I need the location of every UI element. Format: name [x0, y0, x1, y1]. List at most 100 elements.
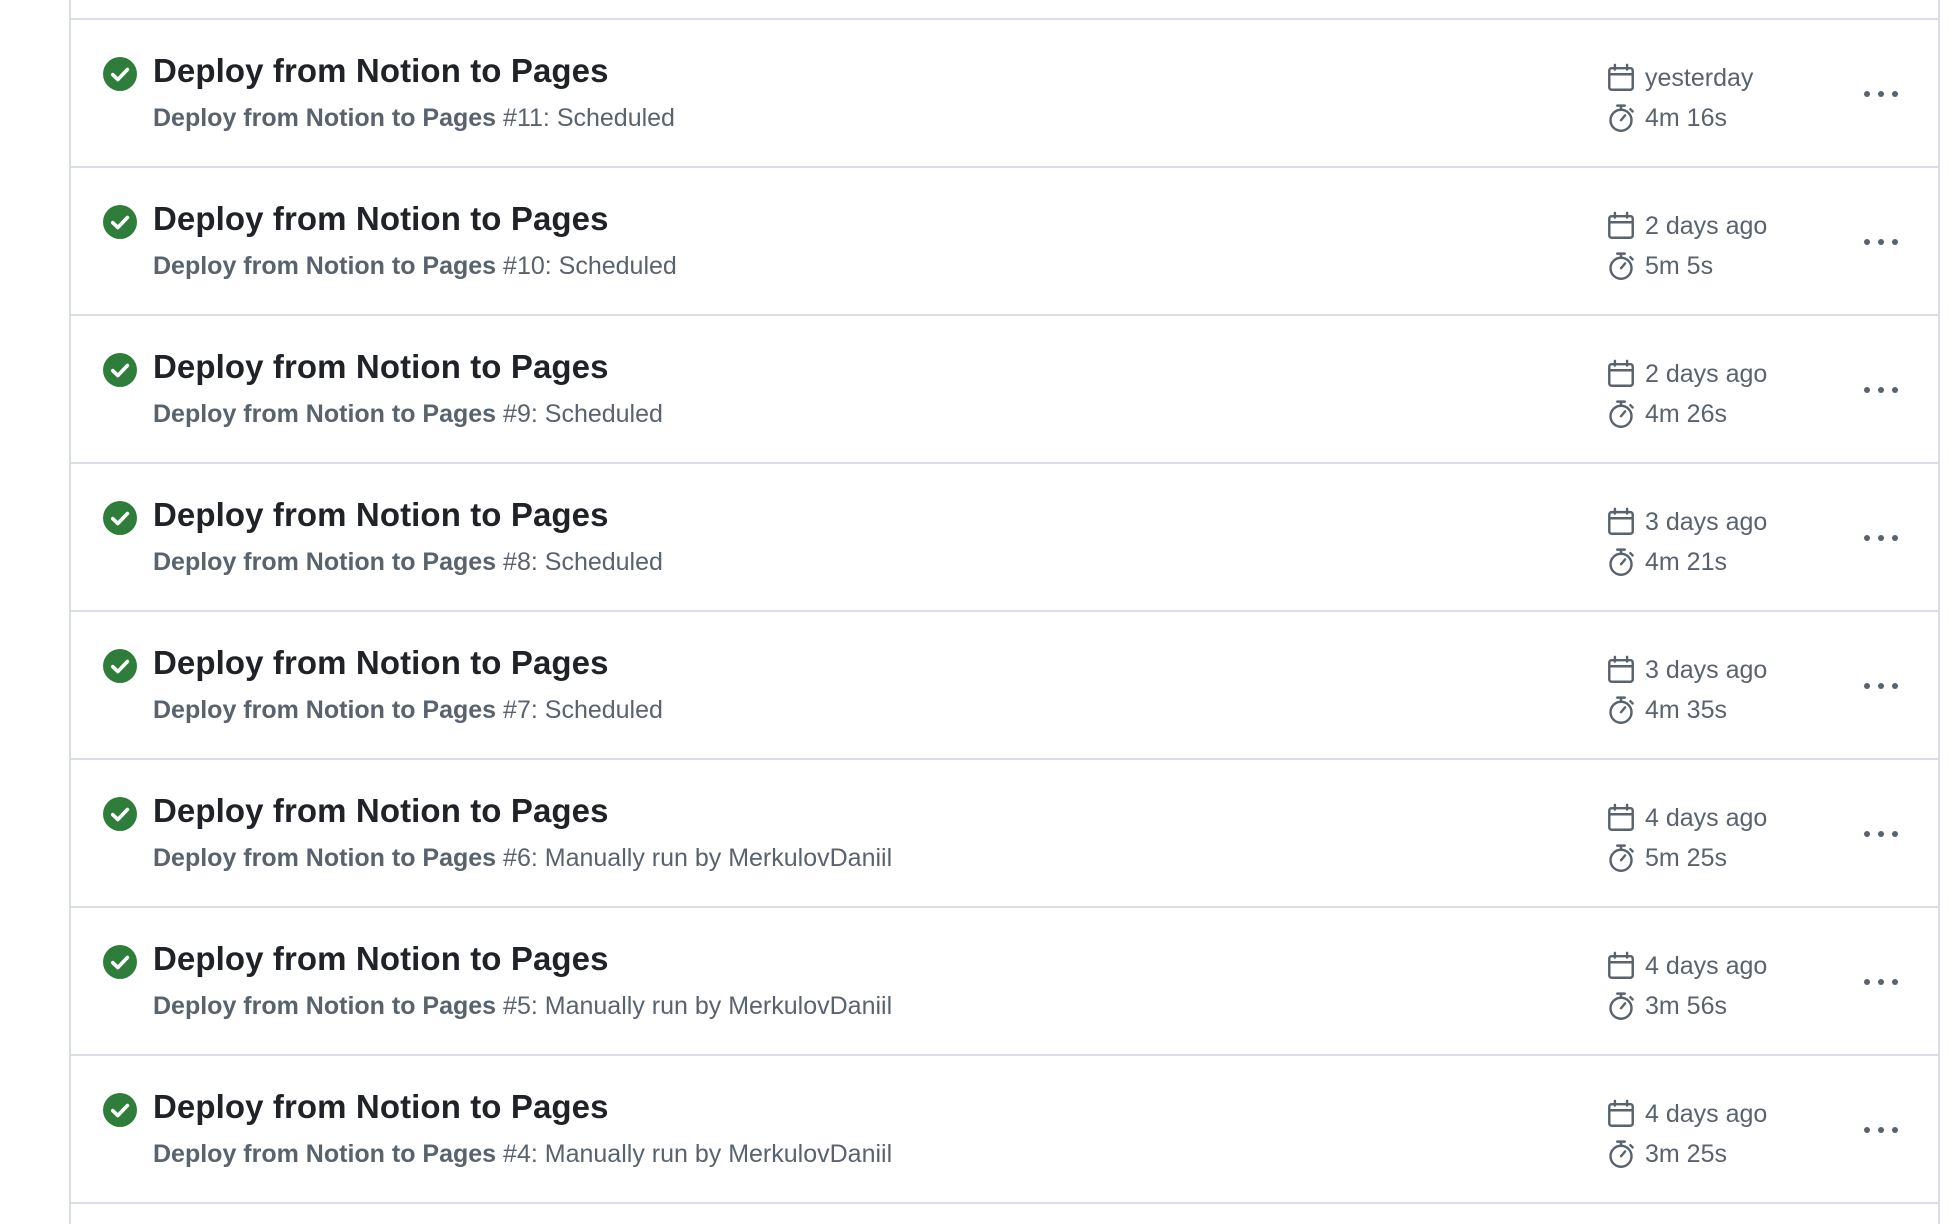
run-separator: :	[530, 696, 545, 724]
kebab-horizontal-icon	[1864, 831, 1898, 837]
run-duration: 5m 25s	[1645, 843, 1727, 872]
calendar-icon	[1608, 655, 1634, 683]
run-meta: 4 days ago 3m 25s	[1606, 1094, 1767, 1174]
run-duration: 4m 35s	[1645, 695, 1727, 724]
check-circle-fill-icon	[103, 797, 137, 831]
run-title[interactable]: Deploy from Notion to Pages	[153, 940, 609, 978]
run-date-line: 2 days ago	[1606, 354, 1767, 394]
run-event: Scheduled	[544, 696, 663, 724]
calendar-icon	[1608, 507, 1634, 535]
run-duration: 4m 26s	[1645, 399, 1727, 428]
run-date: 4 days ago	[1645, 803, 1768, 832]
run-event: Scheduled	[544, 400, 663, 428]
run-separator: :	[530, 1140, 545, 1168]
run-date-line: 2 days ago	[1606, 206, 1767, 246]
run-title[interactable]: Deploy from Notion to Pages	[153, 792, 609, 830]
run-title[interactable]: Deploy from Notion to Pages	[153, 496, 609, 534]
run-options-button[interactable]	[1856, 1112, 1906, 1148]
calendar-icon	[1608, 63, 1634, 91]
run-event: Manually run by MerkulovDaniil	[544, 992, 893, 1020]
check-circle-fill-icon	[103, 353, 137, 387]
run-duration-line: 4m 35s	[1606, 690, 1767, 730]
run-number: #7	[503, 696, 531, 724]
run-subtitle: Deploy from Notion to Pages #8: Schedule…	[153, 548, 663, 577]
check-circle-fill-icon	[103, 205, 137, 239]
run-event: Scheduled	[558, 252, 677, 280]
run-workflow-name: Deploy from Notion to Pages	[153, 844, 497, 872]
list-top-edge	[71, 0, 1938, 20]
run-options-button[interactable]	[1856, 520, 1906, 556]
run-date-line: yesterday	[1606, 58, 1753, 98]
run-duration-line: 3m 56s	[1606, 986, 1767, 1026]
workflow-run-row[interactable]: Deploy from Notion to Pages Deploy from …	[71, 612, 1938, 760]
calendar-icon	[1608, 951, 1634, 979]
workflow-run-row[interactable]: Deploy from Notion to Pages Deploy from …	[71, 20, 1938, 168]
run-date-line: 3 days ago	[1606, 650, 1767, 690]
run-date-line: 4 days ago	[1606, 798, 1767, 838]
run-duration-line: 4m 26s	[1606, 394, 1767, 434]
run-date: 2 days ago	[1645, 359, 1768, 388]
run-subtitle: Deploy from Notion to Pages #5: Manually…	[153, 992, 892, 1021]
check-circle-fill-icon	[103, 501, 137, 535]
workflow-runs-rows: Deploy from Notion to Pages Deploy from …	[71, 20, 1938, 1204]
run-options-button[interactable]	[1856, 372, 1906, 408]
run-event: Manually run by MerkulovDaniil	[544, 844, 893, 872]
run-options-button[interactable]	[1856, 76, 1906, 112]
run-title[interactable]: Deploy from Notion to Pages	[153, 348, 609, 386]
stopwatch-icon	[1609, 400, 1634, 428]
run-meta: 4 days ago 3m 56s	[1606, 946, 1767, 1026]
run-duration-line: 5m 25s	[1606, 838, 1767, 878]
kebab-horizontal-icon	[1864, 1127, 1898, 1133]
run-options-button[interactable]	[1856, 816, 1906, 852]
run-date: 4 days ago	[1645, 1099, 1768, 1128]
run-workflow-name: Deploy from Notion to Pages	[153, 548, 497, 576]
workflow-run-row[interactable]: Deploy from Notion to Pages Deploy from …	[71, 1056, 1938, 1204]
run-duration: 3m 25s	[1645, 1139, 1727, 1168]
workflow-run-row[interactable]: Deploy from Notion to Pages Deploy from …	[71, 908, 1938, 1056]
workflow-run-row[interactable]: Deploy from Notion to Pages Deploy from …	[71, 464, 1938, 612]
run-duration-line: 4m 16s	[1606, 98, 1753, 138]
workflow-run-row[interactable]: Deploy from Notion to Pages Deploy from …	[71, 316, 1938, 464]
run-date: yesterday	[1645, 63, 1754, 92]
run-options-button[interactable]	[1856, 224, 1906, 260]
kebab-horizontal-icon	[1864, 683, 1898, 689]
run-number: #4	[503, 1140, 531, 1168]
workflow-run-row[interactable]: Deploy from Notion to Pages Deploy from …	[71, 760, 1938, 908]
run-title[interactable]: Deploy from Notion to Pages	[153, 52, 609, 90]
run-title[interactable]: Deploy from Notion to Pages	[153, 644, 609, 682]
run-meta: yesterday 4m 16s	[1606, 58, 1753, 138]
run-date: 3 days ago	[1645, 507, 1768, 536]
run-separator: :	[544, 252, 559, 280]
check-circle-fill-icon	[103, 945, 137, 979]
calendar-icon	[1608, 359, 1634, 387]
run-workflow-name: Deploy from Notion to Pages	[153, 400, 497, 428]
workflow-run-row[interactable]: Deploy from Notion to Pages Deploy from …	[71, 168, 1938, 316]
run-number: #9	[503, 400, 531, 428]
workflow-runs-list: Deploy from Notion to Pages Deploy from …	[69, 0, 1940, 1224]
run-date-line: 4 days ago	[1606, 946, 1767, 986]
run-options-button[interactable]	[1856, 668, 1906, 704]
run-workflow-name: Deploy from Notion to Pages	[153, 992, 497, 1020]
run-number: #10	[503, 252, 545, 280]
run-separator: :	[530, 844, 545, 872]
run-meta: 3 days ago 4m 35s	[1606, 650, 1767, 730]
kebab-horizontal-icon	[1864, 979, 1898, 985]
run-subtitle: Deploy from Notion to Pages #10: Schedul…	[153, 252, 677, 281]
run-separator: :	[530, 548, 545, 576]
run-options-button[interactable]	[1856, 964, 1906, 1000]
run-number: #6	[503, 844, 531, 872]
run-workflow-name: Deploy from Notion to Pages	[153, 696, 497, 724]
run-date: 3 days ago	[1645, 655, 1768, 684]
run-subtitle: Deploy from Notion to Pages #7: Schedule…	[153, 696, 663, 725]
run-separator: :	[530, 400, 545, 428]
run-meta: 3 days ago 4m 21s	[1606, 502, 1767, 582]
run-event: Scheduled	[544, 548, 663, 576]
stopwatch-icon	[1609, 104, 1634, 132]
run-workflow-name: Deploy from Notion to Pages	[153, 1140, 497, 1168]
run-subtitle: Deploy from Notion to Pages #4: Manually…	[153, 1140, 892, 1169]
run-duration: 4m 21s	[1645, 547, 1727, 576]
run-event: Scheduled	[556, 104, 675, 132]
run-title[interactable]: Deploy from Notion to Pages	[153, 1088, 609, 1126]
check-circle-fill-icon	[103, 1093, 137, 1127]
run-title[interactable]: Deploy from Notion to Pages	[153, 200, 609, 238]
